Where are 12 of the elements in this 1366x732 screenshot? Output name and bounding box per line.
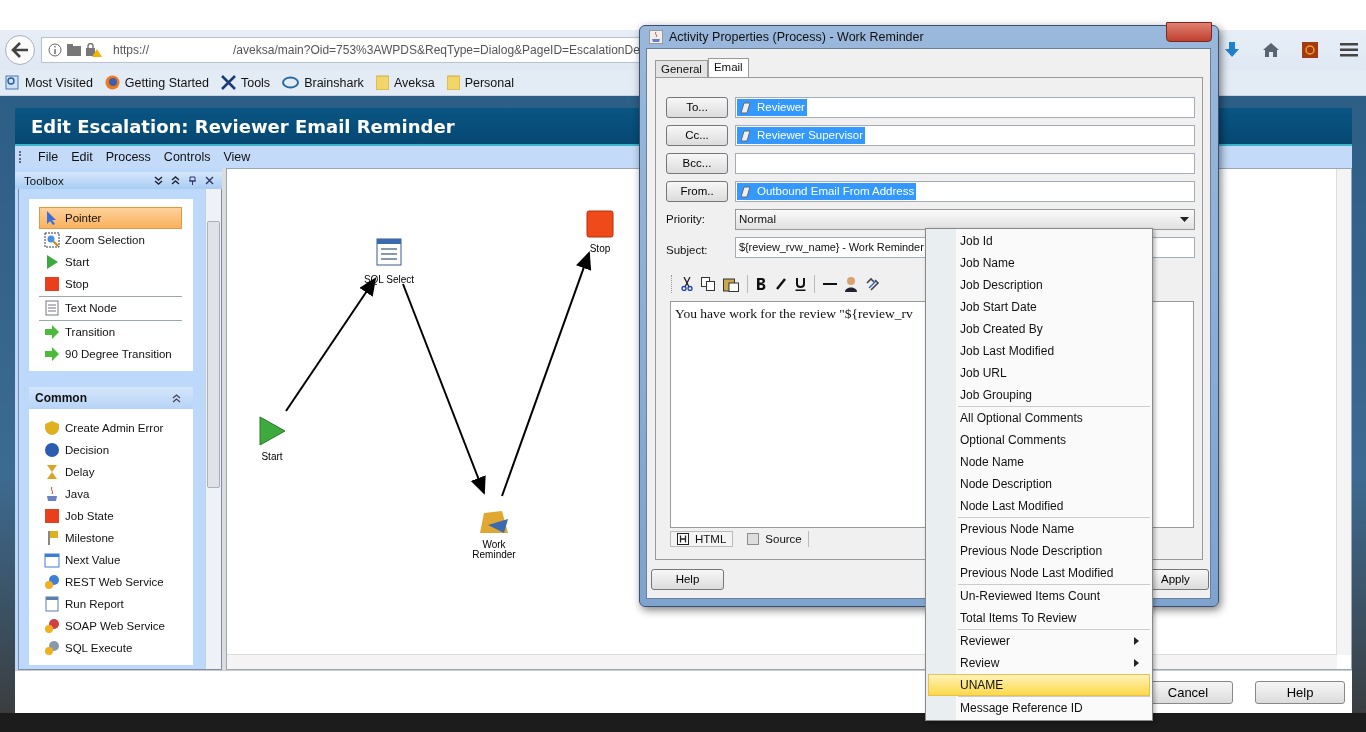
toolbox-title: Toolbox bbox=[24, 174, 64, 187]
dialog-title: Activity Properties (Process) - Work Reminder bbox=[669, 30, 924, 44]
field-label: Subject: bbox=[666, 243, 709, 256]
field-label: Priority: bbox=[666, 213, 706, 225]
message-text: You have work for the review "${review_rv bbox=[675, 306, 913, 321]
section-title: Common bbox=[35, 391, 87, 405]
field-value: Outbound Email From Address bbox=[757, 185, 915, 197]
url-text: https:// /aveksa/main?Oid=753%3AWPDS&ReqType=Dialog&PageID=EscalationDe bbox=[113, 43, 640, 57]
node-label: Work Reminder bbox=[472, 539, 516, 560]
node-label: Start bbox=[261, 451, 283, 462]
node-label: Stop bbox=[589, 243, 611, 254]
field-value: Reviewer Supervisor bbox=[757, 129, 864, 141]
